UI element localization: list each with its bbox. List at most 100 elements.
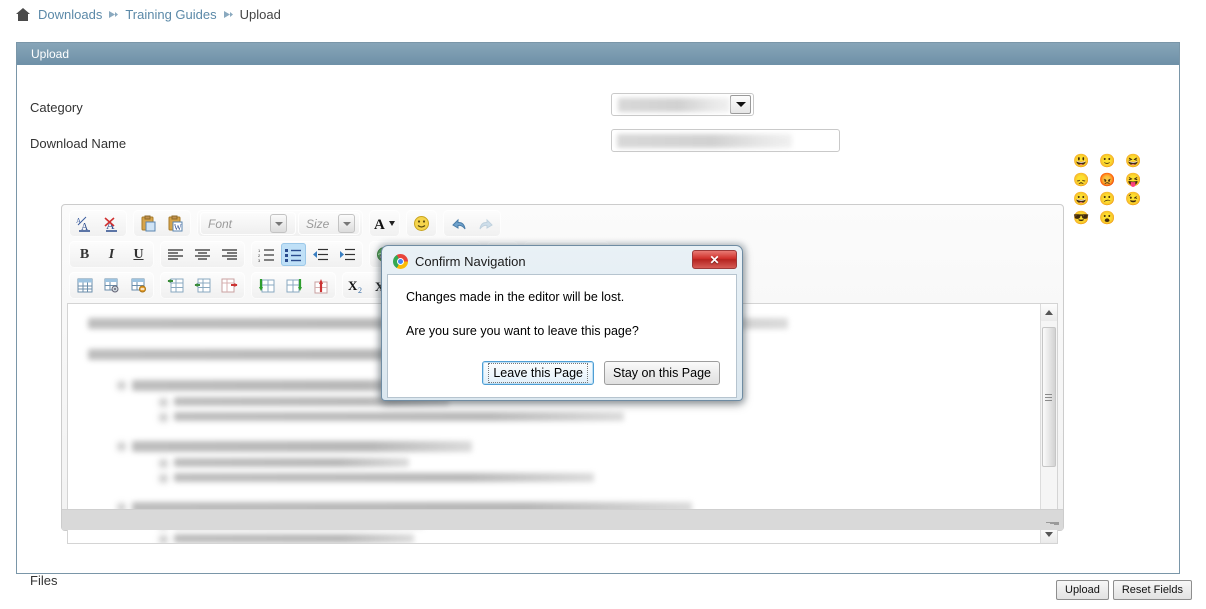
category-label: Category [30,100,83,115]
emoticon-smile[interactable]: 🙂 [1099,152,1116,169]
emoticon-happy[interactable]: 😀 [1073,190,1090,207]
delete-column-icon[interactable] [217,274,242,297]
toolbar-group-emoticon [406,210,437,237]
toolbar-group-color: A [369,210,400,237]
breadcrumb-item-upload: Upload [239,7,281,22]
size-select[interactable]: Size [298,212,360,235]
delete-table-icon[interactable] [126,274,151,297]
dialog-titlebar: Confirm Navigation ✕ [385,249,739,274]
emoticon-confused[interactable]: 😕 [1099,190,1116,207]
dialog-body: Changes made in the editor will be lost.… [387,274,737,398]
upload-button[interactable]: Upload [1056,580,1109,600]
redo-icon[interactable] [473,212,498,235]
category-selected-value [618,97,730,112]
insert-row-above-icon[interactable] [254,274,279,297]
toolbar-group-style: B I U [69,241,154,268]
svg-text:W: W [174,223,182,232]
underline-icon[interactable]: U [126,243,151,266]
paste-word-icon[interactable]: W [163,212,188,235]
table-properties-icon[interactable] [99,274,124,297]
home-icon[interactable] [16,8,30,21]
download-name-input[interactable] [611,129,840,152]
panel-title: Upload [17,43,1179,65]
insert-row-below-icon[interactable] [281,274,306,297]
emoticon-tongue[interactable]: 😝 [1125,171,1142,188]
chevron-right-icon-2 [223,9,234,20]
scrollbar-thumb[interactable] [1041,327,1056,467]
files-label: Files [30,573,58,588]
confirm-navigation-dialog: Confirm Navigation ✕ Changes made in the… [381,245,743,401]
font-select[interactable]: Font [200,212,296,235]
insert-table-icon[interactable] [72,274,97,297]
delete-row-icon[interactable] [308,274,333,297]
dialog-message-line-2: Are you sure you want to leave this page… [406,324,639,338]
size-select-label: Size [306,216,330,231]
toolbar-group-history [443,210,501,237]
chevron-right-icon [108,9,119,20]
download-name-value [617,133,792,148]
insert-column-left-icon[interactable] [163,274,188,297]
emoticon-panel: 😃 🙂 😆 😞 😡 😝 😀 😕 😉 😎 😮 [1073,152,1141,226]
leave-this-page-button[interactable]: Leave this Page [482,361,595,385]
toolbar-group-font: Font Size [197,210,363,237]
svg-text:X: X [348,278,358,293]
align-right-icon[interactable] [217,243,242,266]
emoticon-cool[interactable]: 😎 [1073,209,1090,226]
indent-icon[interactable] [335,243,360,266]
scroll-up-icon[interactable] [1040,304,1057,321]
toolbar-group-rows [251,272,336,299]
svg-text:A: A [374,217,385,232]
strip-styles-icon[interactable]: A [99,212,124,235]
emoticon-icon[interactable] [409,212,434,235]
stay-on-this-page-button[interactable]: Stay on this Page [604,361,720,385]
undo-icon[interactable] [446,212,471,235]
chrome-logo-icon [393,254,408,269]
emoticon-surprised[interactable]: 😮 [1099,209,1116,226]
emoticon-grin[interactable]: 😃 [1073,152,1090,169]
emoticon-wink[interactable]: 😉 [1125,190,1142,207]
category-select[interactable] [611,93,754,116]
chevron-down-icon[interactable] [730,95,751,114]
remove-format-icon[interactable]: AA [72,212,97,235]
reset-fields-button[interactable]: Reset Fields [1112,580,1192,600]
align-left-icon[interactable] [163,243,188,266]
ordered-list-icon[interactable]: 123 [254,243,279,266]
editor-statusbar [62,509,1063,530]
toolbar-group-paste: W [133,210,191,237]
download-name-label: Download Name [30,136,127,151]
leave-this-page-label: Leave this Page [488,363,589,383]
bold-icon[interactable]: B [72,243,97,266]
scrollbar-grip-icon [1045,392,1052,403]
font-select-chevron-icon[interactable] [270,214,287,233]
breadcrumb-item-downloads[interactable]: Downloads [38,7,102,22]
unordered-list-icon[interactable] [281,243,306,266]
align-center-icon[interactable] [190,243,215,266]
toolbar-group-format-clear: AA A [69,210,127,237]
breadcrumb-item-training-guides[interactable]: Training Guides [125,7,216,22]
emoticon-laugh[interactable]: 😆 [1125,152,1142,169]
dialog-message-line-1: Changes made in the editor will be lost. [406,290,625,304]
toolbar-group-lists: 123 [251,241,363,268]
svg-text:3: 3 [258,258,261,262]
insert-column-right-icon[interactable] [190,274,215,297]
paste-plain-icon[interactable] [136,212,161,235]
subscript-icon[interactable]: X2 [345,274,370,297]
toolbar-group-columns [160,272,245,299]
editor-scrollbar[interactable] [1040,304,1057,543]
emoticon-angry[interactable]: 😡 [1099,171,1116,188]
dialog-title: Confirm Navigation [415,254,526,269]
emoticon-sad[interactable]: 😞 [1073,171,1090,188]
scrollbar-track[interactable] [1040,321,1057,526]
outdent-icon[interactable] [308,243,333,266]
stay-on-this-page-label: Stay on this Page [613,366,711,380]
upload-page: Downloads Training Guides Upload Upload … [0,0,1206,609]
italic-icon[interactable]: I [99,243,124,266]
editor-toolbar-row-1: AA A W Font Size A [67,210,1058,237]
footer-actions: Upload Reset Fields [1056,580,1192,600]
close-icon[interactable]: ✕ [692,250,737,269]
dialog-buttons: Leave this Page Stay on this Page [482,361,720,385]
editor-resize-handle[interactable] [1046,514,1060,528]
text-color-icon[interactable]: A [372,212,397,235]
size-select-chevron-icon[interactable] [338,214,355,233]
font-select-label: Font [208,216,233,231]
